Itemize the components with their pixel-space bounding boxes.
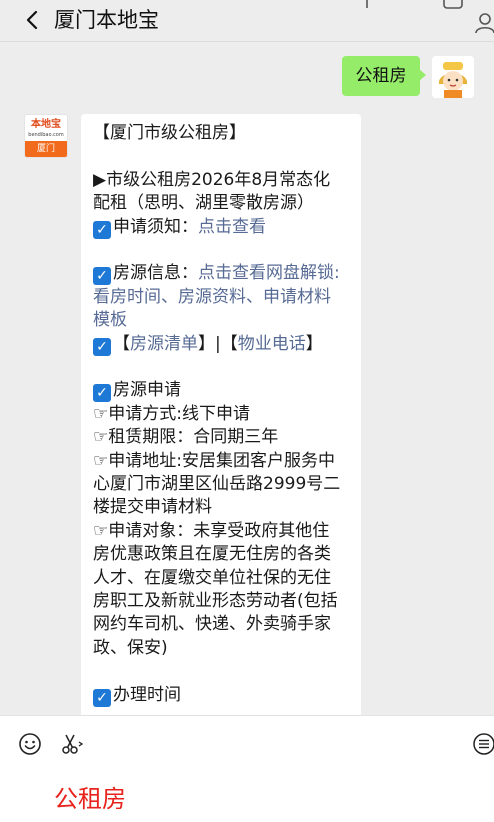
property-phone-link[interactable]: 物业电话 bbox=[238, 334, 306, 354]
input-bar: 公租房 bbox=[0, 715, 494, 822]
notice-link[interactable]: 点击查看 bbox=[198, 217, 266, 237]
hours-heading-text: 办理时间 bbox=[113, 684, 181, 705]
apply-method: ☞申请方式:线下申请 bbox=[93, 403, 250, 424]
received-message-bubble: 【厦门市级公租房】 ▶市级公租房2026年8月常态化 配租（思明、湖里零散房源）… bbox=[81, 114, 361, 715]
info-link[interactable]: 看房时间、房源资料、申请材料 bbox=[93, 286, 351, 309]
apply-address: ☞申请地址:安居集团客户服务中 bbox=[93, 450, 335, 471]
apply-target: 网约车司机、快递、外卖骑手家 bbox=[93, 614, 331, 635]
logo-city: 厦门 bbox=[25, 141, 67, 157]
apply-heading-text: 房源申请 bbox=[113, 380, 181, 401]
checkbox-icon: ✓ bbox=[93, 384, 111, 403]
message-title: 【厦门市级公租房】 bbox=[93, 123, 246, 143]
plus-icon[interactable] bbox=[356, 0, 378, 10]
links-row: ✓ 【房源清单】|【物业电话】 bbox=[93, 333, 351, 356]
apply-address: 楼提交申请材料 bbox=[93, 497, 212, 518]
bracket-text: 【 bbox=[113, 333, 130, 354]
more-icon[interactable] bbox=[442, 0, 464, 10]
emoji-icon[interactable] bbox=[18, 732, 42, 756]
apply-address: 心厦门市湖里区仙岳路2999号二 bbox=[93, 474, 341, 495]
profile-icon[interactable] bbox=[474, 12, 494, 34]
message-input[interactable]: 公租房 bbox=[54, 784, 126, 814]
checkbox-icon: ✓ bbox=[93, 267, 111, 286]
apply-target: 人才、在厦缴交单位社保的无住 bbox=[93, 567, 331, 588]
sent-message-bubble[interactable]: 公租房 bbox=[342, 56, 426, 96]
chat-title: 厦门本地宝 bbox=[54, 8, 159, 32]
chat-header: 厦门本地宝 bbox=[0, 0, 494, 42]
apply-target: 房职工及新就业形态劳动者(包括 bbox=[93, 591, 338, 612]
intro-line: ▶市级公租房2026年8月常态化 bbox=[93, 169, 331, 190]
intro-line: 配租（思明、湖里零散房源） bbox=[93, 193, 314, 214]
checkbox-icon: ✓ bbox=[93, 337, 111, 356]
scissors-icon[interactable] bbox=[60, 732, 84, 756]
apply-target: ☞申请对象：未享受政府其他住 bbox=[93, 520, 330, 541]
official-account-avatar[interactable]: 本地宝 bendibao.com 厦门 bbox=[24, 114, 68, 158]
info-link[interactable]: 模板 bbox=[93, 309, 351, 332]
bracket-text: 】|【 bbox=[198, 333, 238, 354]
checkbox-icon: ✓ bbox=[93, 688, 111, 707]
hours-heading: ✓ 办理时间 bbox=[93, 684, 351, 707]
info-label: 房源信息： bbox=[113, 263, 198, 284]
apply-target: 政、保安) bbox=[93, 637, 168, 658]
back-chevron-icon[interactable] bbox=[22, 9, 44, 31]
cartoon-avatar-icon bbox=[432, 56, 474, 98]
notice-label: 申请须知： bbox=[113, 216, 198, 237]
checkbox-icon: ✓ bbox=[93, 220, 111, 239]
logo-url: bendibao.com bbox=[28, 132, 64, 138]
bracket-text: 】 bbox=[305, 333, 323, 354]
logo-text: 本地宝 bbox=[31, 119, 61, 130]
lease-term: ☞租赁期限：合同期三年 bbox=[93, 427, 279, 448]
message-list[interactable]: 公租房 本地宝 bendibao.com 厦门 【厦门市级公租房】 ▶市级公租房… bbox=[0, 43, 494, 715]
apply-heading: ✓ 房源申请 bbox=[93, 379, 351, 403]
user-avatar[interactable] bbox=[432, 56, 474, 98]
apply-target: 房优惠政策且在厦无住房的各类 bbox=[93, 544, 331, 565]
menu-icon[interactable] bbox=[472, 732, 494, 756]
notice-row: ✓ 申请须知：点击查看 bbox=[93, 216, 351, 239]
info-row: ✓ 房源信息：点击查看网盘解锁: bbox=[93, 262, 351, 286]
info-link[interactable]: 点击查看网盘解锁: bbox=[198, 263, 340, 283]
housing-list-link[interactable]: 房源清单 bbox=[130, 334, 198, 354]
